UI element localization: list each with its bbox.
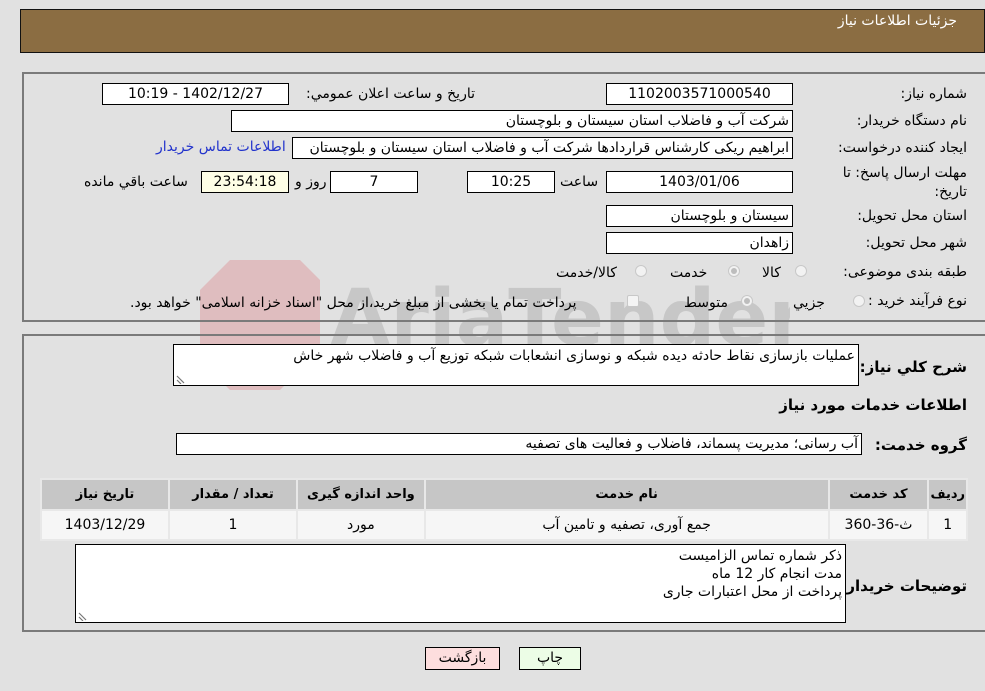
col-quantity: تعداد / مقدار	[169, 480, 296, 509]
table-header-row: ردیف کد خدمت نام خدمت واحد اندازه گیری ت…	[42, 480, 966, 509]
resize-handle-icon[interactable]	[78, 612, 87, 621]
category-radio-goods[interactable]	[795, 265, 807, 277]
services-heading: اطلاعات خدمات مورد نیاز	[779, 396, 967, 414]
process-radio-minor[interactable]	[853, 295, 865, 307]
buyer-org-label: نام دستگاه خریدار:	[856, 113, 967, 129]
description-text: عملیات بازسازی نقاط حادثه دیده شبکه و نو…	[293, 348, 855, 364]
back-button[interactable]: بازگشت	[425, 647, 500, 670]
time-remaining-label: ساعت باقي مانده	[84, 174, 188, 190]
process-label: نوع فرآیند خرید :	[868, 293, 967, 309]
announce-label: تاریخ و ساعت اعلان عمومي:	[306, 86, 475, 102]
cell-service-name: جمع آوری، تصفیه و تامین آب	[425, 511, 828, 539]
need-number-field: 1102003571000540	[606, 83, 793, 105]
province-label: استان محل تحویل:	[857, 208, 967, 224]
treasury-note: پرداخت تمام یا بخشی از مبلغ خرید،از محل …	[130, 295, 577, 311]
requester-field: ابراهیم ریکی کارشناس قراردادها شرکت آب و…	[292, 137, 793, 159]
city-label: شهر محل تحویل:	[865, 235, 967, 251]
category-option-goods: کالا	[762, 265, 781, 281]
need-number-label: شماره نیاز:	[900, 86, 968, 102]
cell-service-code: ث-36-360	[829, 511, 928, 539]
resize-handle-icon[interactable]	[176, 375, 185, 384]
process-option-medium: متوسط	[684, 295, 728, 311]
cell-quantity: 1	[169, 511, 296, 539]
process-radio-medium[interactable]	[741, 295, 753, 307]
buyer-org-field: شرکت آب و فاضلاب استان سیستان و بلوچستان	[231, 110, 793, 132]
services-table: ردیف کد خدمت نام خدمت واحد اندازه گیری ت…	[40, 478, 968, 541]
deadline-date-field: 1403/01/06	[606, 171, 793, 193]
time-remaining-field: 23:54:18	[201, 171, 289, 193]
category-option-service: خدمت	[670, 265, 708, 281]
deadline-label: مهلت ارسال پاسخ: تا تاریخ:	[842, 165, 967, 200]
col-row-number: ردیف	[929, 480, 966, 509]
process-option-minor: جزيي	[793, 295, 825, 311]
deadline-time-label: ساعت	[560, 174, 599, 190]
requester-label: ایجاد کننده درخواست:	[838, 140, 967, 156]
buyer-note-line: ذکر شماره تماس الزامیست	[678, 548, 842, 564]
buyer-note-line: پرداخت از محل اعتبارات جاری	[662, 584, 842, 600]
col-service-name: نام خدمت	[425, 480, 828, 509]
province-field: سیستان و بلوچستان	[606, 205, 793, 227]
days-label: روز و	[295, 174, 327, 190]
print-button[interactable]: چاپ	[519, 647, 581, 670]
description-label: شرح کلي نیاز:	[859, 358, 967, 376]
col-service-code: کد خدمت	[829, 480, 928, 509]
cell-need-date: 1403/12/29	[42, 511, 168, 539]
announce-field: 1402/12/27 - 10:19	[102, 83, 289, 105]
city-field: زاهدان	[606, 232, 793, 254]
service-group-field: آب رسانی؛ مدیریت پسماند، فاضلاب و فعالیت…	[176, 433, 862, 455]
category-option-goods-service: کالا/خدمت	[556, 265, 617, 281]
deadline-time-field: 10:25	[467, 171, 555, 193]
cell-unit: مورد	[297, 511, 424, 539]
buyer-notes-textarea[interactable]: ذکر شماره تماس الزامیست مدت انجام کار 12…	[75, 544, 846, 623]
service-group-label: گروه خدمت:	[874, 436, 967, 454]
category-label: طبقه بندی موضوعی:	[843, 264, 967, 280]
page-title: جزئیات اطلاعات نیاز	[837, 13, 957, 29]
buyer-notes-label: توضیحات خریدار:	[840, 577, 967, 595]
table-row: 1 ث-36-360 جمع آوری، تصفیه و تامین آب مو…	[42, 511, 966, 539]
buyer-note-line: مدت انجام کار 12 ماه	[711, 566, 842, 582]
col-need-date: تاریخ نیاز	[42, 480, 168, 509]
treasury-checkbox[interactable]	[627, 295, 639, 307]
description-textarea[interactable]: عملیات بازسازی نقاط حادثه دیده شبکه و نو…	[173, 344, 859, 386]
days-remaining-field: 7	[330, 171, 418, 193]
buyer-contact-link[interactable]: اطلاعات تماس خریدار	[156, 139, 286, 155]
cell-row-number: 1	[929, 511, 966, 539]
col-unit: واحد اندازه گیری	[297, 480, 424, 509]
category-radio-service[interactable]	[728, 265, 740, 277]
category-radio-goods-service[interactable]	[635, 265, 647, 277]
